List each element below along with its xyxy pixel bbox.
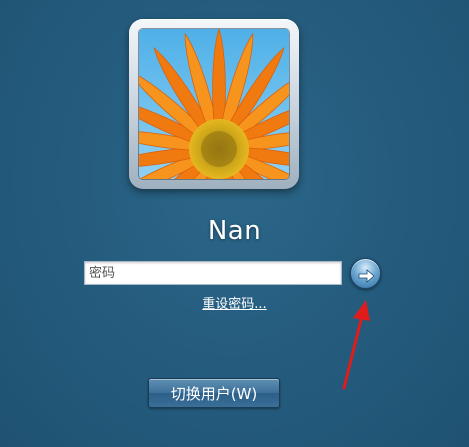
switch-user-button[interactable]: 切换用户(W) xyxy=(148,378,280,408)
user-avatar-frame xyxy=(129,19,299,189)
arrow-right-icon xyxy=(358,269,375,283)
reset-password-row: 重设密码... xyxy=(0,293,469,312)
username-label: Nan xyxy=(207,216,262,246)
flower-avatar-image xyxy=(139,29,289,179)
login-screen: Nan 重设密码... 切换用户(W) xyxy=(0,0,469,447)
reset-password-link[interactable]: 重设密码... xyxy=(202,297,266,312)
password-input[interactable] xyxy=(84,261,342,285)
user-avatar xyxy=(139,29,289,179)
submit-login-button[interactable] xyxy=(350,258,381,289)
